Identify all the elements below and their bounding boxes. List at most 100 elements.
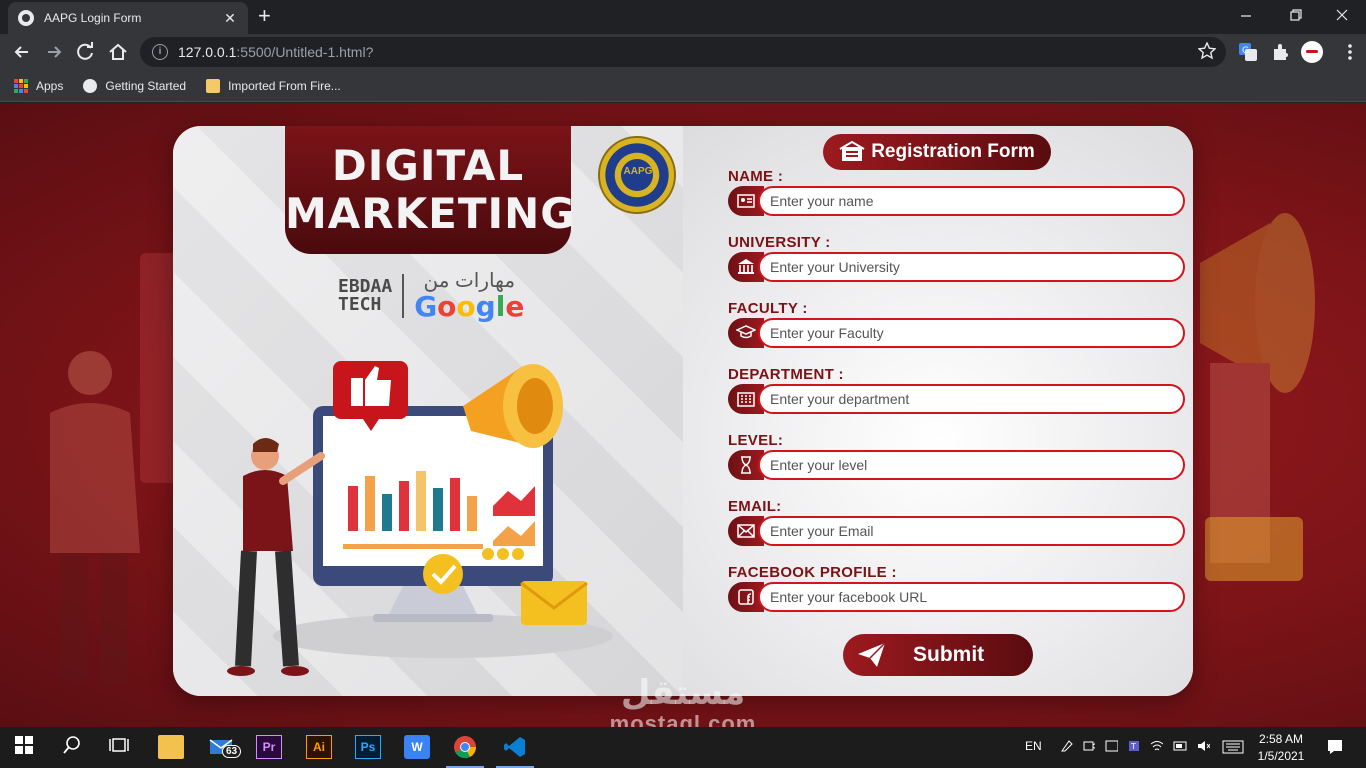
vscode-icon[interactable] <box>496 735 534 768</box>
clock-time: 2:58 AM <box>1258 732 1304 746</box>
bookmark-label: Getting Started <box>105 78 187 93</box>
bg-person-illustration <box>50 253 180 683</box>
form-field-5 <box>728 516 1185 546</box>
svg-text:T: T <box>1130 742 1136 751</box>
mostaql-watermark: مستقل mostaql.com <box>609 674 757 727</box>
address-bar[interactable]: i 127.0.0.1:5500/Untitled-1.html? <box>140 37 1226 67</box>
notifications-icon[interactable] <box>1326 738 1344 756</box>
screen-capture-icon[interactable] <box>1105 739 1118 753</box>
photoshop-icon[interactable]: Ps <box>355 735 381 759</box>
new-tab-button[interactable]: + <box>258 5 271 27</box>
task-view-icon[interactable] <box>108 735 134 759</box>
input-field-4[interactable] <box>758 450 1185 480</box>
logo-divider <box>402 274 405 318</box>
bg-envelope-illustration <box>1205 517 1303 581</box>
globe-icon <box>18 10 34 26</box>
profile-avatar[interactable] <box>1301 41 1323 63</box>
tab-strip: AAPG Login Form ✕ + <box>0 0 1366 34</box>
meet-now-icon[interactable] <box>1083 739 1096 753</box>
windows-start-icon[interactable] <box>14 735 40 759</box>
registration-card: DIGITAL MARKETING EBDAA TECH مهارات من G… <box>173 126 1193 696</box>
google-skills-logo: مهارات من Google <box>414 270 525 323</box>
form-field-6 <box>728 582 1185 612</box>
translate-extension-icon[interactable]: G <box>1238 42 1258 62</box>
field-label-3: DEPARTMENT : <box>728 366 844 383</box>
submit-button[interactable]: Submit <box>843 634 1033 676</box>
chrome-icon[interactable] <box>446 735 484 768</box>
premiere-pro-icon[interactable]: Pr <box>256 735 282 759</box>
back-icon[interactable] <box>10 40 34 64</box>
menu-kebab-icon[interactable] <box>1340 42 1360 62</box>
page-background: DIGITAL MARKETING EBDAA TECH مهارات من G… <box>0 103 1366 727</box>
input-field-2[interactable] <box>758 318 1185 348</box>
url-path: :5500/Untitled-1.html? <box>236 44 374 60</box>
file-explorer-icon[interactable] <box>158 735 184 759</box>
form-field-4 <box>728 450 1185 480</box>
banner-line-2: MARKETING <box>285 189 576 238</box>
wifi-icon[interactable] <box>1150 739 1163 753</box>
system-clock[interactable]: 2:58 AM 1/5/2021 <box>1256 731 1306 765</box>
form-field-1 <box>728 252 1185 282</box>
bookmarks-bar: Apps Getting Started Imported From Fire.… <box>0 70 1366 102</box>
keyboard-icon[interactable] <box>1222 740 1244 754</box>
field-label-0: NAME : <box>728 168 784 185</box>
apps-grid-icon <box>14 78 28 93</box>
bookmark-apps[interactable]: Apps <box>14 78 64 93</box>
input-field-3[interactable] <box>758 384 1185 414</box>
aapg-seal-logo: AAPG <box>598 136 676 214</box>
form-field-0 <box>728 186 1185 216</box>
home-icon[interactable] <box>106 40 130 64</box>
bookmark-imported-folder[interactable]: Imported From Fire... <box>206 78 341 93</box>
close-window-icon[interactable] <box>1336 9 1348 21</box>
paper-plane-icon <box>858 642 886 667</box>
marketing-illustration <box>227 361 613 676</box>
volume-muted-icon[interactable] <box>1197 739 1210 753</box>
form-field-3 <box>728 384 1185 414</box>
input-field-0[interactable] <box>758 186 1185 216</box>
svg-text:G: G <box>1242 46 1249 56</box>
forward-icon[interactable] <box>42 40 66 64</box>
folder-icon <box>206 78 221 93</box>
extensions-puzzle-icon[interactable] <box>1270 42 1290 62</box>
field-label-1: UNIVERSITY : <box>728 234 831 251</box>
form-title-pill: Registration Form <box>823 134 1051 170</box>
field-label-6: FACEBOOK PROFILE : <box>728 564 897 581</box>
tab-title: AAPG Login Form <box>44 11 142 25</box>
globe-icon <box>83 78 98 93</box>
bookmark-label: Imported From Fire... <box>228 78 341 93</box>
illustrator-icon[interactable]: Ai <box>306 735 332 759</box>
field-label-5: EMAIL: <box>728 498 782 515</box>
submit-label: Submit <box>913 643 985 666</box>
battery-icon[interactable] <box>1173 739 1187 753</box>
tab-close-icon[interactable]: ✕ <box>222 10 238 27</box>
bookmark-label: Apps <box>36 78 64 93</box>
teams-icon[interactable]: T <box>1128 739 1141 753</box>
input-field-6[interactable] <box>758 582 1185 612</box>
field-label-2: FACULTY : <box>728 300 808 317</box>
banner-line-1: DIGITAL <box>331 141 525 190</box>
browser-tab[interactable]: AAPG Login Form ✕ <box>8 2 248 34</box>
language-indicator[interactable]: EN <box>1025 739 1042 753</box>
reload-icon[interactable] <box>74 40 98 64</box>
ebdaa-tech-logo: EBDAA TECH <box>338 276 393 315</box>
windows-taskbar: 63 Pr Ai Ps W EN T 2:58 AM 1/5/2021 <box>0 727 1366 768</box>
url-host: 127.0.0.1 <box>178 44 237 60</box>
word-app-icon[interactable]: W <box>404 735 430 759</box>
digital-marketing-banner: DIGITAL MARKETING <box>285 126 576 254</box>
search-icon[interactable] <box>62 735 88 759</box>
pen-icon[interactable] <box>1060 739 1073 753</box>
form-title: Registration Form <box>871 141 1035 162</box>
field-label-4: LEVEL: <box>728 432 784 449</box>
partner-logos: EBDAA TECH مهارات من Google <box>338 270 524 322</box>
clock-date: 1/5/2021 <box>1257 749 1305 763</box>
form-register-icon <box>839 141 865 161</box>
bookmark-getting-started[interactable]: Getting Started <box>83 78 187 93</box>
form-field-2 <box>728 318 1185 348</box>
input-field-1[interactable] <box>758 252 1185 282</box>
input-field-5[interactable] <box>758 516 1185 546</box>
restore-icon[interactable] <box>1290 9 1302 21</box>
mail-app-icon[interactable]: 63 <box>208 735 242 759</box>
site-info-icon[interactable]: i <box>152 44 168 60</box>
minimize-icon[interactable] <box>1240 10 1252 22</box>
bookmark-star-icon[interactable] <box>1198 42 1216 60</box>
